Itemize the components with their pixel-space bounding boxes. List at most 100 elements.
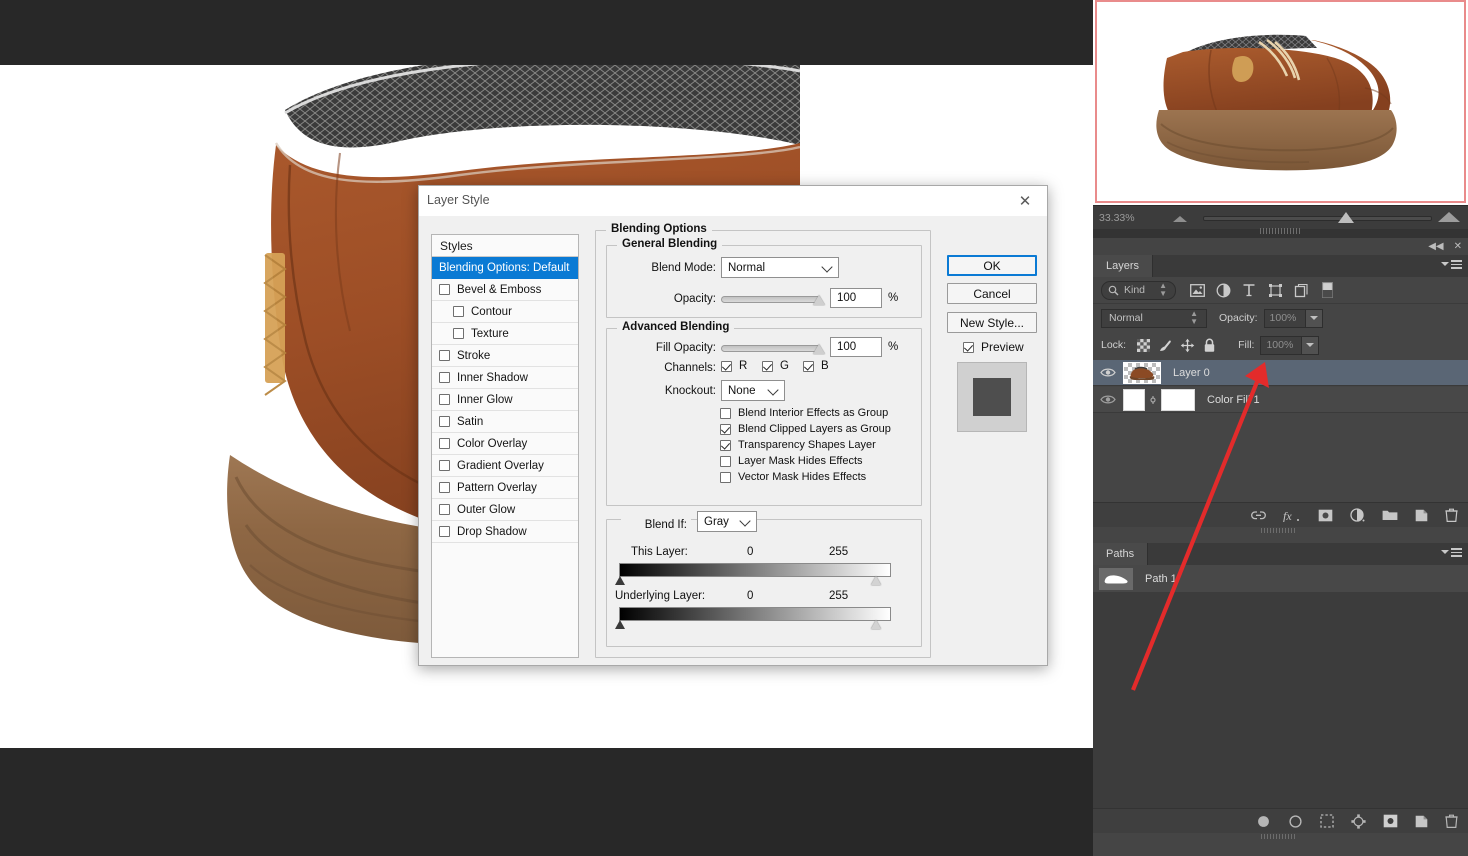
zoom-out-icon[interactable] [1173,216,1187,222]
layer-fill-thumbnail[interactable] [1123,389,1145,411]
layer-fill-value[interactable]: 100% [1260,336,1302,355]
style-item-bevel-emboss[interactable]: Bevel & Emboss [432,279,578,301]
preview-checkbox[interactable]: Preview [963,340,1024,354]
layer-blend-mode-select[interactable]: Normal ▲▼ [1101,309,1207,328]
path-row-path-1[interactable]: Path 1 [1093,565,1468,593]
style-checkbox[interactable] [439,416,450,427]
cancel-button[interactable]: Cancel [947,283,1037,304]
add-mask-icon[interactable] [1383,814,1398,828]
knockout-select[interactable]: None [721,380,785,401]
blend-interior-effects-checkbox[interactable]: Blend Interior Effects as Group [720,407,888,419]
checkbox-box[interactable] [720,408,731,419]
type-layer-filter-icon[interactable] [1236,279,1262,301]
opacity-slider[interactable] [721,295,821,304]
shape-layer-filter-icon[interactable] [1262,279,1288,301]
style-item-color-overlay[interactable]: Color Overlay [432,433,578,455]
style-item-contour[interactable]: Contour [432,301,578,323]
zoom-level-value[interactable]: 33.33% [1093,212,1151,224]
load-path-as-selection-icon[interactable] [1320,814,1334,828]
style-item-stroke[interactable]: Stroke [432,345,578,367]
layer-opacity-value[interactable]: 100% [1264,309,1306,328]
delete-layer-icon[interactable] [1445,508,1458,522]
ok-button[interactable]: OK [947,255,1037,276]
style-checkbox[interactable] [439,394,450,405]
stepper-icon[interactable]: ▲▼ [1159,282,1171,298]
add-layer-style-fx-icon[interactable]: fx [1283,509,1301,522]
blend-mode-select[interactable]: Normal [721,257,839,278]
style-checkbox[interactable] [439,504,450,515]
style-item-pattern-overlay[interactable]: Pattern Overlay [432,477,578,499]
transparency-shapes-layer-checkbox[interactable]: Transparency Shapes Layer [720,439,876,451]
filter-kind-select[interactable]: Kind ▲▼ [1101,281,1176,300]
path-name[interactable]: Path 1 [1145,573,1177,585]
delete-path-icon[interactable] [1445,814,1458,828]
checkbox-box[interactable] [720,456,731,467]
this-layer-black-stop[interactable] [615,576,625,585]
lock-position-icon[interactable] [1176,335,1198,355]
underlying-layer-white-stop[interactable] [871,620,881,629]
style-item-gradient-overlay[interactable]: Gradient Overlay [432,455,578,477]
style-item-satin[interactable]: Satin [432,411,578,433]
fill-opacity-input[interactable]: 100 [830,337,882,357]
checkbox-box[interactable] [720,472,731,483]
underlying-layer-gradient-bar[interactable] [619,607,891,621]
layers-panel-resize-grip[interactable] [1261,528,1297,533]
path-thumbnail[interactable] [1099,568,1133,590]
zoom-slider[interactable] [1151,206,1468,230]
stroke-path-icon[interactable] [1288,814,1303,829]
zoom-slider-track[interactable] [1203,216,1432,221]
layer-fill-dropdown-icon[interactable] [1302,336,1319,355]
paths-empty-area[interactable] [1093,593,1468,831]
layer-visibility-toggle[interactable] [1093,367,1123,378]
style-item-inner-glow[interactable]: Inner Glow [432,389,578,411]
link-layers-icon[interactable] [1251,510,1266,521]
mask-link-icon[interactable] [1145,394,1161,406]
add-layer-mask-icon[interactable] [1318,509,1333,522]
style-checkbox[interactable] [439,460,450,471]
vector-mask-hides-effects-checkbox[interactable]: Vector Mask Hides Effects [720,471,866,483]
style-checkbox[interactable] [453,306,464,317]
new-adjustment-layer-icon[interactable] [1350,508,1365,523]
new-group-icon[interactable] [1382,509,1398,521]
pixel-layer-filter-icon[interactable] [1184,279,1210,301]
blend-clipped-layers-checkbox[interactable]: Blend Clipped Layers as Group [720,423,891,435]
this-layer-white-stop[interactable] [871,576,881,585]
style-checkbox[interactable] [453,328,464,339]
underlying-layer-black-stop[interactable] [615,620,625,629]
style-checkbox[interactable] [439,526,450,537]
slider-thumb[interactable] [813,344,825,354]
this-layer-gradient-bar[interactable] [619,563,891,577]
paths-panel-menu-icon[interactable] [1441,548,1462,557]
layer-thumbnail[interactable] [1123,362,1161,384]
style-checkbox[interactable] [439,372,450,383]
layer-mask-hides-effects-checkbox[interactable]: Layer Mask Hides Effects [720,455,863,467]
channel-b-checkbox[interactable]: B [803,360,829,372]
checkbox-box[interactable] [803,361,814,372]
dialog-titlebar[interactable]: Layer Style ✕ [419,186,1047,216]
slider-thumb[interactable] [813,295,825,305]
make-work-path-icon[interactable] [1351,814,1366,829]
layer-row-layer-0[interactable]: Layer 0 [1093,360,1468,386]
filter-toggle-icon[interactable] [1314,279,1340,301]
fill-opacity-slider[interactable] [721,344,821,353]
style-item-inner-shadow[interactable]: Inner Shadow [432,367,578,389]
zoom-slider-handle[interactable] [1338,212,1354,223]
new-layer-icon[interactable] [1415,509,1428,522]
layer-name[interactable]: Color Fill 1 [1207,394,1260,406]
navigator-panel[interactable] [1093,0,1468,205]
style-item-drop-shadow[interactable]: Drop Shadow [432,521,578,543]
layer-name[interactable]: Layer 0 [1173,367,1210,379]
panel-resize-grip[interactable] [1260,228,1300,234]
smart-object-filter-icon[interactable] [1288,279,1314,301]
opacity-input[interactable]: 100 [830,288,882,308]
new-path-icon[interactable] [1415,815,1428,828]
lock-image-pixels-icon[interactable] [1154,335,1176,355]
style-checkbox[interactable] [439,482,450,493]
stepper-icon[interactable]: ▲▼ [1190,310,1202,326]
layers-panel-menu-icon[interactable] [1441,260,1462,269]
layer-mask-thumbnail[interactable] [1161,389,1195,411]
lock-transparent-pixels-icon[interactable] [1132,335,1154,355]
new-style-button[interactable]: New Style... [947,312,1037,333]
style-item-texture[interactable]: Texture [432,323,578,345]
navigator-proxy-view-rect[interactable] [1095,0,1466,203]
